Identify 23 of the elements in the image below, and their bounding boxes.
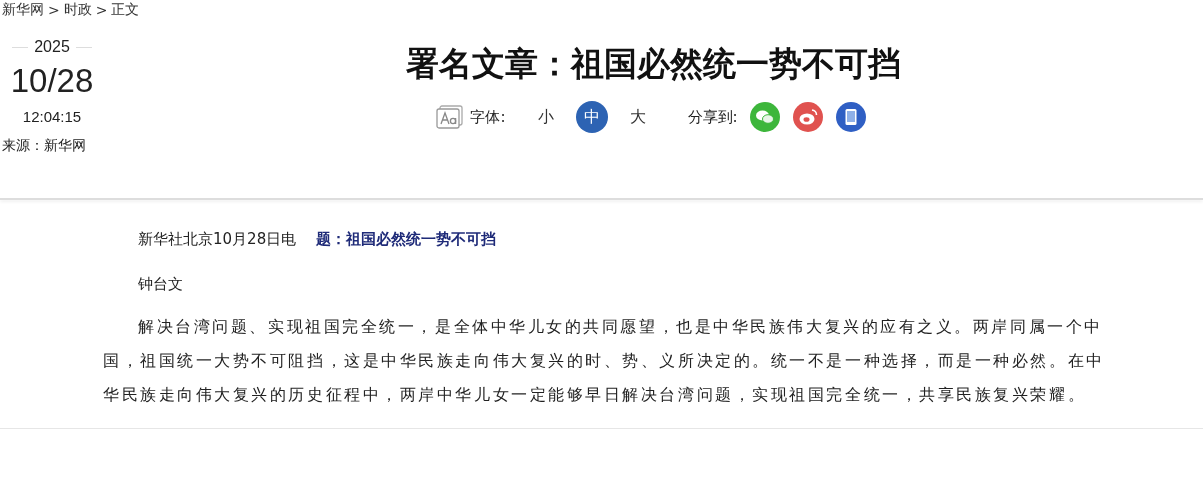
time-text: 12:04:15 [22, 108, 82, 125]
chat-bubbles-icon[interactable] [749, 102, 780, 132]
font-size-option[interactable]: 中 [575, 101, 608, 133]
author-text: 钟台文 [137, 275, 184, 294]
article-paragraph: 解决台湾问题、实现祖国完全统一，是全体中华儿女的共同愿望，也是中华民族伟大复兴的应有之义。两岸同属一个中国，祖国统一大势不可阻挡，这是中华民族走向伟大复兴的时、势、义所决定的。统一不是一种选择，而是一种必然。在中华民族走向伟大复兴的历史征程中，两岸中华儿女一定能够早日解决台湾问题，实现祖国完全统一，共享民族复兴荣耀。 [103, 316, 1106, 406]
dateline-text: 新华社北京10月28日电 [138, 230, 297, 249]
breadcrumb-separator: > [95, 2, 108, 18]
year-text: 2025 [34, 38, 70, 56]
font-size-option[interactable]: 小 [529, 101, 562, 133]
font-size-icon [436, 105, 465, 129]
font-size-option[interactable]: 大 [621, 101, 654, 133]
tablet-icon[interactable] [835, 102, 866, 132]
date-text: 10/28 [10, 62, 94, 100]
breadcrumb-link[interactable]: 时政 [63, 1, 92, 19]
breadcrumb-link[interactable]: 正文 [111, 1, 140, 19]
share-label: 分享到: [687, 107, 738, 127]
article-headline: 题：祖国必然统一势不可挡 [316, 230, 497, 249]
eye-icon[interactable] [792, 102, 823, 132]
source-text: 来源：新华网 [1, 137, 86, 155]
breadcrumb-link[interactable]: 新华网 [2, 1, 44, 19]
font-size-label: 字体: [470, 107, 506, 127]
breadcrumb-separator: > [48, 2, 60, 18]
article-title: 署名文章：祖国必然统一势不可挡 [406, 43, 901, 85]
